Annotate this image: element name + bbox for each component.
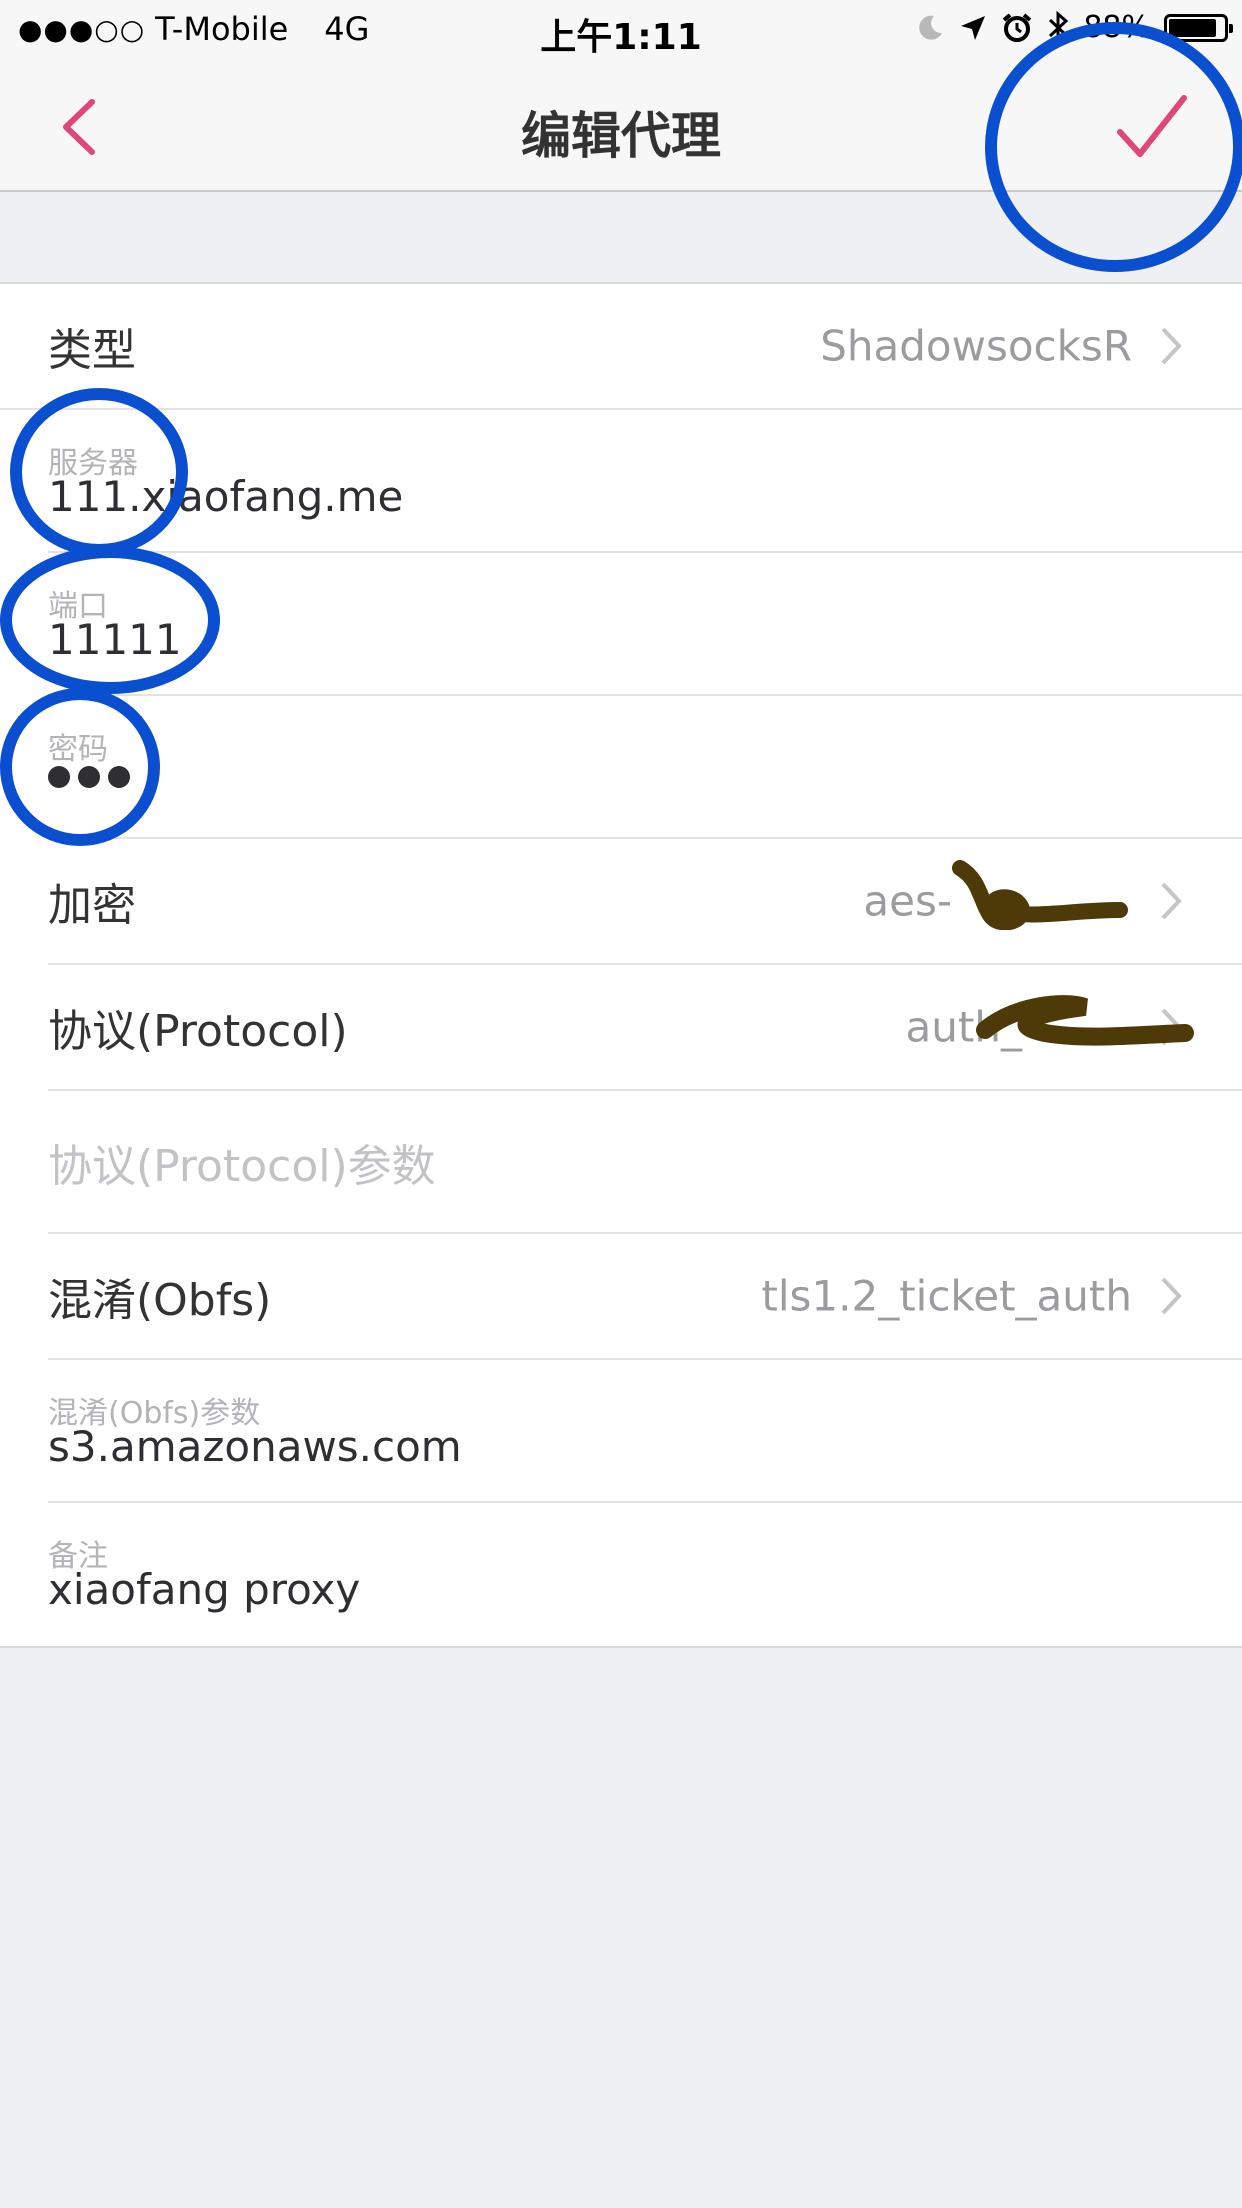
battery-fill xyxy=(1169,18,1217,37)
protocol-param-placeholder[interactable]: 协议(Protocol)参数 xyxy=(48,1130,436,1194)
obfs-param-field[interactable]: 混淆(Obfs)参数 s3.amazonaws.com xyxy=(48,1360,1242,1503)
type-label: 类型 xyxy=(48,325,136,376)
location-icon xyxy=(961,15,986,40)
annotation-circle-done xyxy=(985,22,1242,272)
type-row[interactable]: 类型 ShadowsocksR xyxy=(0,284,1242,410)
type-value: ShadowsocksR xyxy=(820,321,1132,371)
password-field[interactable]: 密码 xyxy=(48,696,1242,839)
encryption-value: aes- xyxy=(863,876,952,926)
battery-tip xyxy=(1229,23,1233,33)
protocol-label: 协议(Protocol) xyxy=(48,1006,348,1057)
protocol-param-field[interactable]: 协议(Protocol)参数 xyxy=(48,1091,1242,1234)
moon-icon xyxy=(919,15,943,40)
redaction-scribble xyxy=(952,860,1128,930)
chevron-right-icon xyxy=(1161,1277,1182,1315)
alarm-icon xyxy=(1003,12,1032,42)
annotation-circle-port xyxy=(0,546,220,694)
obfs-row[interactable]: 混淆(Obfs) tls1.2_ticket_auth xyxy=(48,1234,1242,1360)
obfs-param-input[interactable]: s3.amazonaws.com xyxy=(48,1422,462,1471)
port-field[interactable]: 端口 11111 xyxy=(48,553,1242,696)
chevron-right-icon xyxy=(1161,882,1182,920)
chevron-right-icon xyxy=(1161,327,1182,365)
annotation-circle-password xyxy=(0,688,160,846)
server-field[interactable]: 服务器 111.xiaofang.me xyxy=(48,410,1242,553)
obfs-label: 混淆(Obfs) xyxy=(48,1275,272,1326)
encryption-label: 加密 xyxy=(48,880,136,931)
remark-input[interactable]: xiaofang proxy xyxy=(48,1565,360,1614)
annotation-circle-server xyxy=(10,388,188,556)
redaction-scribble xyxy=(976,995,1194,1046)
remark-field[interactable]: 备注 xiaofang proxy xyxy=(48,1503,1242,1646)
obfs-value: tls1.2_ticket_auth xyxy=(761,1271,1132,1321)
